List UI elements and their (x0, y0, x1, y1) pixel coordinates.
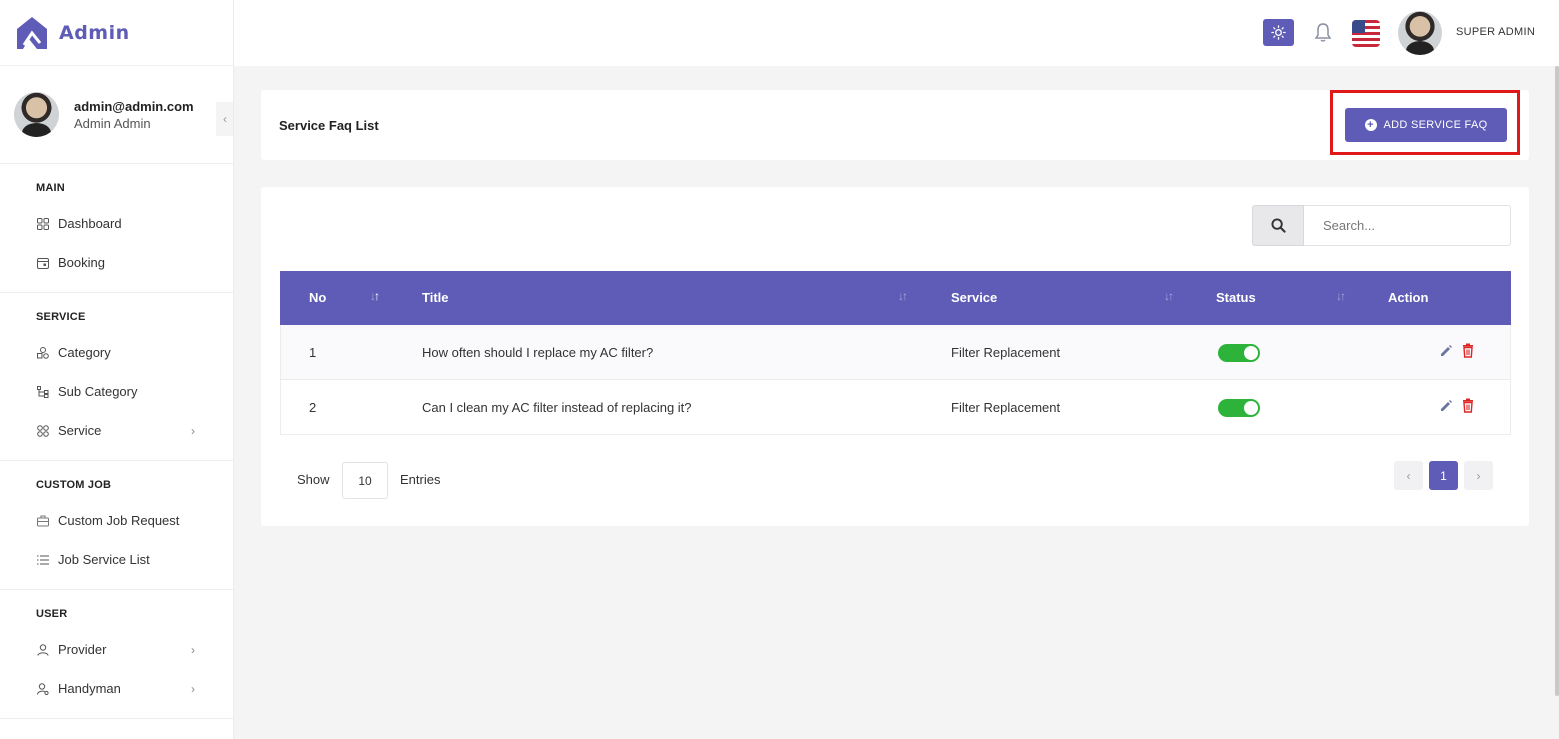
chevron-right-icon: › (1476, 468, 1481, 483)
sidebar-item-dashboard[interactable]: Dashboard (0, 204, 233, 243)
sidebar-item-job-service-list[interactable]: Job Service List (0, 540, 233, 579)
table-row: 1 How often should I replace my AC filte… (280, 325, 1511, 380)
nav-section-custom-job: CUSTOM JOB Custom Job Request Job Service … (0, 461, 233, 590)
user-gear-icon (36, 682, 49, 695)
sidebar-item-category[interactable]: Category (0, 333, 233, 372)
sidebar-item-label: Handyman (58, 681, 121, 696)
brand-name: Admin (59, 21, 130, 44)
chevron-left-icon: ‹ (1406, 468, 1411, 483)
nav-section-heading: CUSTOM JOB (36, 479, 112, 491)
sidebar-item-label: Booking (58, 255, 105, 270)
nav-section-user: USER Provider › Handyman › (0, 590, 233, 719)
nav-section-heading: SERVICE (36, 311, 86, 323)
nav-section-heading: MAIN (36, 182, 65, 194)
delete-icon[interactable] (1461, 398, 1475, 413)
sidebar-item-label: Sub Category (58, 384, 138, 399)
search-input[interactable] (1304, 205, 1511, 246)
sidebar-item-label: Provider (58, 642, 107, 657)
user-icon (36, 643, 49, 656)
sidebar-item-custom-job-request[interactable]: Custom Job Request (0, 501, 233, 540)
sidebar-item-sub-category[interactable]: Sub Category (0, 372, 233, 411)
sort-arrows-icon[interactable]: ↓↑ (898, 289, 908, 303)
header-user-name[interactable]: SUPER ADMIN (1456, 26, 1535, 38)
hierarchy-icon (36, 385, 49, 398)
chevron-left-icon: ‹ (223, 112, 227, 126)
sun-icon (1271, 25, 1286, 40)
delete-icon[interactable] (1461, 343, 1475, 358)
sort-arrows-icon[interactable]: ↓↑ (1164, 289, 1174, 303)
sidebar-item-booking[interactable]: Booking (0, 243, 233, 282)
pagination-next-button[interactable]: › (1464, 461, 1493, 490)
header-avatar[interactable] (1398, 11, 1442, 55)
sidebar-item-label: Custom Job Request (58, 513, 180, 528)
search-icon (1270, 218, 1286, 233)
nav-section-heading: USER (36, 608, 68, 620)
sidebar-item-label: Service (58, 423, 102, 438)
profile-email: admin@admin.com (74, 98, 194, 114)
logo-icon (17, 16, 47, 49)
language-flag-button[interactable] (1352, 20, 1380, 47)
profile-role: Admin Admin (74, 115, 151, 131)
table-header: No ↓↑ Title ↓↑ Service ↓↑ Status ↓↑ Acti… (280, 271, 1511, 325)
calendar-icon (36, 256, 49, 269)
pagination-prev-button[interactable]: ‹ (1394, 461, 1423, 490)
sort-arrows-icon[interactable]: ↓↑ (370, 289, 380, 303)
chevron-right-icon: › (191, 681, 195, 696)
column-header-no[interactable]: No (309, 290, 326, 305)
entries-per-page-select[interactable]: 10 (342, 462, 388, 499)
sort-arrows-icon[interactable]: ↓↑ (1336, 289, 1346, 303)
faq-table-card: No ↓↑ Title ↓↑ Service ↓↑ Status ↓↑ Acti… (261, 187, 1529, 526)
nav-section-main: MAIN Dashboard Booking (0, 164, 233, 293)
sidebar-item-label: Job Service List (58, 552, 150, 567)
sidebar-profile: admin@admin.com Admin Admin ‹ (0, 66, 233, 164)
grid-icon (36, 217, 49, 230)
sidebar-item-service[interactable]: Service › (0, 411, 233, 450)
status-toggle[interactable] (1218, 399, 1260, 417)
add-service-faq-button[interactable]: + ADD SERVICE FAQ (1345, 108, 1507, 142)
chevron-right-icon: › (191, 642, 195, 657)
sidebar-collapse-button[interactable]: ‹ (216, 102, 233, 136)
row-number: 1 (309, 345, 317, 360)
column-header-status[interactable]: Status (1216, 290, 1256, 305)
row-service: Filter Replacement (951, 345, 1061, 360)
briefcase-icon (36, 514, 49, 527)
apps-icon (36, 424, 49, 437)
page-scrollbar[interactable] (1555, 66, 1559, 696)
list-icon (36, 553, 49, 566)
row-title: Can I clean my AC filter instead of repl… (422, 400, 692, 415)
row-number: 2 (309, 400, 317, 415)
sidebar-item-handyman[interactable]: Handyman › (0, 669, 233, 708)
faq-table: No ↓↑ Title ↓↑ Service ↓↑ Status ↓↑ Acti… (280, 271, 1511, 435)
sidebar-item-label: Category (58, 345, 111, 360)
bell-icon[interactable] (1313, 21, 1333, 43)
us-flag-icon (1352, 20, 1365, 33)
row-service: Filter Replacement (951, 400, 1061, 415)
chevron-right-icon: › (191, 423, 195, 438)
column-header-title[interactable]: Title (422, 290, 449, 305)
sidebar-item-provider[interactable]: Provider › (0, 630, 233, 669)
shapes-icon (36, 346, 49, 359)
add-service-faq-label: ADD SERVICE FAQ (1383, 119, 1488, 131)
topbar: SUPER ADMIN (234, 0, 1559, 66)
column-header-action: Action (1388, 290, 1429, 305)
brand[interactable]: Admin (0, 0, 233, 66)
sidebar: Admin admin@admin.com Admin Admin ‹ MAIN… (0, 0, 234, 739)
column-header-service[interactable]: Service (951, 290, 997, 305)
plus-circle-icon: + (1364, 119, 1377, 131)
edit-icon[interactable] (1439, 399, 1453, 413)
sidebar-item-label: Dashboard (58, 216, 122, 231)
status-toggle[interactable] (1218, 344, 1260, 362)
pagination-page-button[interactable]: 1 (1429, 461, 1458, 490)
theme-toggle-button[interactable] (1263, 19, 1294, 46)
nav-section-service: SERVICE Category Sub Category Service › (0, 293, 233, 461)
table-row: 2 Can I clean my AC filter instead of re… (280, 380, 1511, 435)
page-title: Service Faq List (279, 118, 379, 133)
entries-label: Entries (400, 472, 441, 487)
show-label: Show (297, 472, 330, 487)
avatar (14, 92, 59, 137)
edit-icon[interactable] (1439, 344, 1453, 358)
row-title: How often should I replace my AC filter? (422, 345, 654, 360)
search-button[interactable] (1252, 205, 1304, 246)
